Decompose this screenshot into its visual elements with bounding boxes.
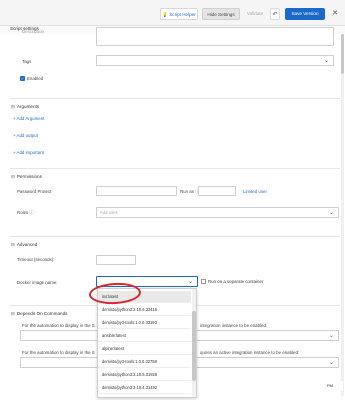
save-version-button[interactable]: Save Version <box>285 8 325 20</box>
hide-settings-button[interactable]: Hide Settings <box>202 8 240 20</box>
collapse-icon: ⊟ <box>11 174 15 179</box>
roles-label: Roles ⓘ <box>17 210 34 216</box>
depends-title: Depends On Commands <box>16 311 68 316</box>
dropdown-scroll-thumb[interactable] <box>192 311 196 381</box>
add-output-link[interactable]: + Add output <box>13 133 38 138</box>
dropdown-option[interactable]: demisto/python3:3.10.5.31928 <box>98 369 191 381</box>
depends-line2-left: For the automation to display in the S <box>22 350 95 355</box>
docker-image-dropdown[interactable]: ins:latest demisto/python3:3.10.6.33415 … <box>97 288 197 398</box>
arguments-title: Arguments <box>16 104 40 109</box>
dropdown-option[interactable]: demisto/python3:3.10.4.31492 <box>98 382 191 394</box>
close-icon[interactable]: ✕ <box>330 8 340 20</box>
roles-placeholder: Add roles <box>100 210 118 215</box>
info-icon: ⓘ <box>29 210 34 215</box>
arguments-section-header[interactable]: ⊟ Arguments <box>11 104 39 110</box>
run-as-input[interactable] <box>198 186 236 196</box>
divider <box>10 98 340 99</box>
description-textarea[interactable] <box>96 27 334 46</box>
chevron-down-icon: ⌄ <box>187 279 193 285</box>
description-label: Description <box>22 29 44 34</box>
pm-badge: PM <box>327 381 343 391</box>
collapse-icon: ⊟ <box>11 242 15 247</box>
timeout-input[interactable] <box>96 255 136 265</box>
chevron-down-icon: ⌄ <box>328 360 334 366</box>
enabled-checkbox[interactable]: ✓ <box>20 76 25 81</box>
dropdown-option[interactable]: demisto/py3-tools:1.0.0.32758 <box>98 356 191 368</box>
chevron-down-icon: ⌄ <box>328 210 334 216</box>
separate-container-checkbox[interactable] <box>201 279 206 284</box>
roles-text: Roles <box>17 210 29 215</box>
timeout-label: Timeout (seconds): <box>17 257 55 262</box>
depends-section-header[interactable]: ⊟ Depends On Commands <box>11 311 67 317</box>
password-protect-label: Password Protect <box>17 189 52 194</box>
collapse-icon: ⊟ <box>11 311 15 316</box>
divider <box>10 236 340 237</box>
roles-select[interactable]: Add roles ⌄ <box>96 207 339 218</box>
depends-line2-right: quires an active integration instance to… <box>200 350 300 355</box>
permissions-section-header[interactable]: ⊟ Permissions <box>11 174 42 180</box>
tags-select[interactable]: ⌄ <box>96 55 334 66</box>
undo-icon[interactable]: ↶ <box>270 8 280 20</box>
add-argument-label: Add Argument <box>16 116 45 121</box>
depends-line1-right: integration instance to be enabled: <box>200 323 268 328</box>
divider <box>10 168 340 169</box>
dropdown-option[interactable]: demisto/py3-tools:1.0.0.33193 <box>98 317 191 329</box>
validate-button[interactable]: Validate <box>244 8 266 20</box>
docker-image-label: Docker image name: <box>17 280 58 285</box>
add-output-label: Add output <box>16 133 38 138</box>
collapse-icon: ⊟ <box>11 104 15 109</box>
chevron-down-icon: ⌄ <box>323 58 329 64</box>
page-scroll-thumb[interactable] <box>341 34 344 74</box>
advanced-title: Advanced <box>16 242 38 247</box>
dropdown-option[interactable]: demisto/python3:3.10.6.33415 <box>98 304 191 316</box>
chevron-down-icon: ⌄ <box>328 333 334 339</box>
tags-label: Tags <box>22 59 32 64</box>
add-important-link[interactable]: + Add important <box>13 150 44 155</box>
separate-container-label: Run on a separate container <box>208 279 264 284</box>
script-helper-button[interactable]: 💡 Script Helper <box>160 8 198 20</box>
enabled-label: Enabled <box>27 76 44 81</box>
limited-user-link[interactable]: Limited user <box>243 189 267 194</box>
page-scrollbar[interactable] <box>341 34 344 396</box>
dropdown-option[interactable]: alpine:latest <box>98 343 191 355</box>
bulb-icon: 💡 <box>162 12 168 17</box>
add-argument-link[interactable]: + Add Argument <box>13 116 44 121</box>
top-toolbar: 💡 Script Helper Hide Settings Validate ↶… <box>0 0 345 26</box>
dropdown-option[interactable]: ansible:latest <box>98 330 191 342</box>
script-helper-label: Script Helper <box>169 12 196 17</box>
run-as-text: Run as <box>180 189 194 194</box>
password-protect-input[interactable] <box>96 186 177 196</box>
advanced-section-header[interactable]: ⊟ Advanced <box>11 242 37 248</box>
run-as-label: Run as ⓘ <box>180 189 200 195</box>
permissions-title: Permissions <box>16 174 42 179</box>
add-important-label: Add important <box>16 150 44 155</box>
depends-line1-left: For the automation to display in the S <box>22 323 95 328</box>
